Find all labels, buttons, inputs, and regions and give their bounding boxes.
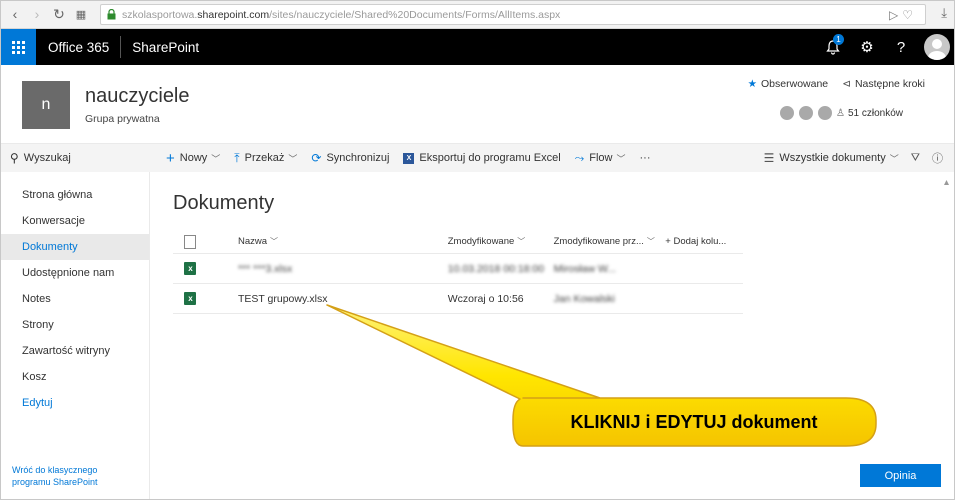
view-selector[interactable]: ☰ Wszystkie dokumenty ﹀ — [764, 151, 899, 165]
tag-icon: ⊲ — [842, 78, 851, 90]
suite-bar: Office 365 SharePoint 1 ⚙ ? — [0, 29, 955, 65]
next-steps-button[interactable]: ⊲ Następne kroki — [842, 78, 925, 90]
name-column-header[interactable]: Nazwa ﹀ — [208, 236, 448, 247]
library-title: Dokumenty — [173, 192, 275, 214]
site-privacy-label: Grupa prywatna — [85, 113, 160, 125]
modified-by: Mirosław W... — [553, 262, 617, 275]
documents-table: Nazwa ﹀ Zmodyfikowane ﹀ Zmodyfikowane prz.… — [173, 230, 743, 314]
file-type-column-header[interactable] — [173, 234, 208, 249]
command-bar: + Nowy ﹀ ⤒ Przekaż ﹀ ⟳ Synchronizuj X Eksportu… — [150, 144, 955, 172]
site-header: n nauczyciele Grupa prywatna ★ Obserwowan… — [0, 65, 955, 143]
add-column-button[interactable]: + Dodaj kolu... — [665, 236, 743, 247]
member-avatar — [779, 105, 795, 121]
notifications-bell-icon[interactable]: 1 — [816, 29, 850, 65]
chevron-down-icon: ﹀ — [288, 153, 298, 164]
modified-by: Jan Kowalski — [553, 292, 615, 305]
chevron-down-icon: ﹀ — [270, 237, 279, 246]
member-avatar — [817, 105, 833, 121]
nav-edit-link[interactable]: Edytuj — [0, 390, 149, 416]
list-view-icon: ☰ — [763, 151, 775, 165]
nav-item-shared-with-us[interactable]: Udostępnione nam — [0, 260, 149, 286]
sharepoint-title[interactable]: SharePoint — [132, 40, 199, 55]
app-launcher-icon[interactable] — [0, 29, 36, 65]
command-row: ⚲ Wyszukaj + Nowy ﹀ ⤒ Przekaż ﹀ ⟳ Synchronizu… — [0, 143, 955, 172]
nav-item-documents[interactable]: Dokumenty — [0, 234, 149, 260]
feedback-button[interactable]: Opinia — [860, 464, 941, 487]
nav-item-notebook[interactable]: Notes — [0, 286, 149, 312]
modified-column-header[interactable]: Zmodyfikowane ﹀ — [448, 236, 554, 247]
member-avatar — [798, 105, 814, 121]
url-path: /sites/nauczyciele/Shared%20Documents/Fo… — [269, 8, 561, 21]
file-name-link[interactable]: TEST grupowy.xlsx — [208, 293, 448, 305]
help-icon[interactable]: ? — [884, 29, 918, 65]
back-icon[interactable]: ‹ — [4, 3, 26, 25]
table-row[interactable]: x TEST grupowy.xlsx Wczoraj o 10:56 Jan … — [173, 284, 743, 314]
chevron-down-icon: ﹀ — [889, 153, 899, 164]
search-box[interactable]: ⚲ Wyszukaj — [0, 144, 150, 172]
nav-item-conversations[interactable]: Konwersacje — [0, 208, 149, 234]
suite-divider — [120, 36, 122, 58]
sync-button[interactable]: ⟳ Synchronizuj — [311, 151, 389, 165]
url-prefix: szkolasportowa. — [122, 8, 198, 21]
excel-icon: X — [403, 152, 415, 164]
members-count: 51 członków — [847, 107, 903, 119]
flow-button[interactable]: ⤳ Flow ﹀ — [575, 151, 626, 166]
apps-grid-icon[interactable]: ▦ — [70, 3, 92, 25]
members-button[interactable]: ♙ 51 członków — [779, 105, 903, 121]
more-button[interactable]: ··· — [640, 152, 651, 164]
download-icon[interactable]: ⤓ — [941, 5, 947, 21]
table-header: Nazwa ﹀ Zmodyfikowane ﹀ Zmodyfikowane prz.… — [173, 230, 743, 254]
classic-sharepoint-link[interactable]: Wróć do klasycznego programu SharePoint — [12, 464, 132, 488]
callout-label: KLIKNIJ i EDYTUJ dokument — [570, 411, 818, 432]
modified-by-column-header[interactable]: Zmodyfikowane prz... ﹀ — [554, 236, 666, 247]
new-button[interactable]: + Nowy ﹀ — [166, 150, 220, 167]
excel-file-icon: x — [184, 262, 197, 275]
chevron-down-icon: ﹀ — [211, 153, 221, 164]
document-icon — [184, 234, 197, 249]
address-bar[interactable]: szkolasportowa. sharepoint.com/sites/nauc… — [100, 4, 926, 25]
file-name-link[interactable]: *** ***3.xlsx — [208, 263, 448, 275]
modified-date: Wczoraj o 10:56 — [447, 292, 524, 305]
sync-icon: ⟳ — [311, 151, 322, 165]
left-navigation: Strona główna Konwersacje Dokumenty Udos… — [0, 172, 150, 500]
lock-icon — [107, 8, 116, 20]
upload-button[interactable]: ⤒ Przekaż ﹀ — [234, 151, 297, 166]
site-logo[interactable]: n — [22, 81, 70, 129]
chevron-down-icon: ﹀ — [517, 237, 526, 246]
star-icon: ★ — [747, 78, 758, 90]
browser-toolbar: ‹ › ↻ ▦ szkolasportowa. sharepoint.com/si… — [0, 0, 955, 29]
upload-icon: ⤒ — [234, 150, 240, 165]
favorite-icon[interactable]: ▷♡ — [889, 8, 917, 22]
nav-item-pages[interactable]: Strony — [0, 312, 149, 338]
forward-icon[interactable]: › — [26, 3, 48, 25]
user-avatar[interactable] — [924, 34, 950, 60]
search-icon: ⚲ — [10, 151, 19, 165]
table-row[interactable]: x *** ***3.xlsx 10.03.2018 00:18:00 Miro… — [173, 254, 743, 284]
flow-icon: ⤳ — [574, 150, 585, 165]
office365-title[interactable]: Office 365 — [48, 40, 109, 55]
modified-date: 10.03.2018 00:18:00 — [447, 262, 545, 275]
chevron-down-icon: ﹀ — [646, 237, 655, 246]
url-domain: sharepoint.com — [197, 8, 270, 21]
notification-badge: 1 — [833, 34, 844, 45]
search-placeholder: Wyszukaj — [23, 152, 71, 164]
filter-icon[interactable]: ⛛ — [911, 152, 920, 165]
nav-item-recycle-bin[interactable]: Kosz — [0, 364, 149, 390]
settings-gear-icon[interactable]: ⚙ — [850, 29, 884, 65]
follow-button[interactable]: ★ Obserwowane — [748, 78, 829, 90]
excel-file-icon: x — [184, 292, 197, 305]
nav-item-home[interactable]: Strona główna — [0, 182, 149, 208]
chevron-down-icon: ﹀ — [616, 153, 626, 164]
info-icon[interactable]: ⓘ — [932, 150, 943, 166]
export-excel-button[interactable]: X Eksportuj do programu Excel — [403, 152, 561, 164]
plus-icon: + — [166, 149, 175, 167]
reload-icon[interactable]: ↻ — [48, 3, 70, 25]
person-icon: ♙ — [836, 107, 845, 119]
site-title[interactable]: nauczyciele — [85, 85, 190, 108]
nav-item-site-contents[interactable]: Zawartość witryny — [0, 338, 149, 364]
scroll-up-icon[interactable] — [944, 176, 949, 185]
